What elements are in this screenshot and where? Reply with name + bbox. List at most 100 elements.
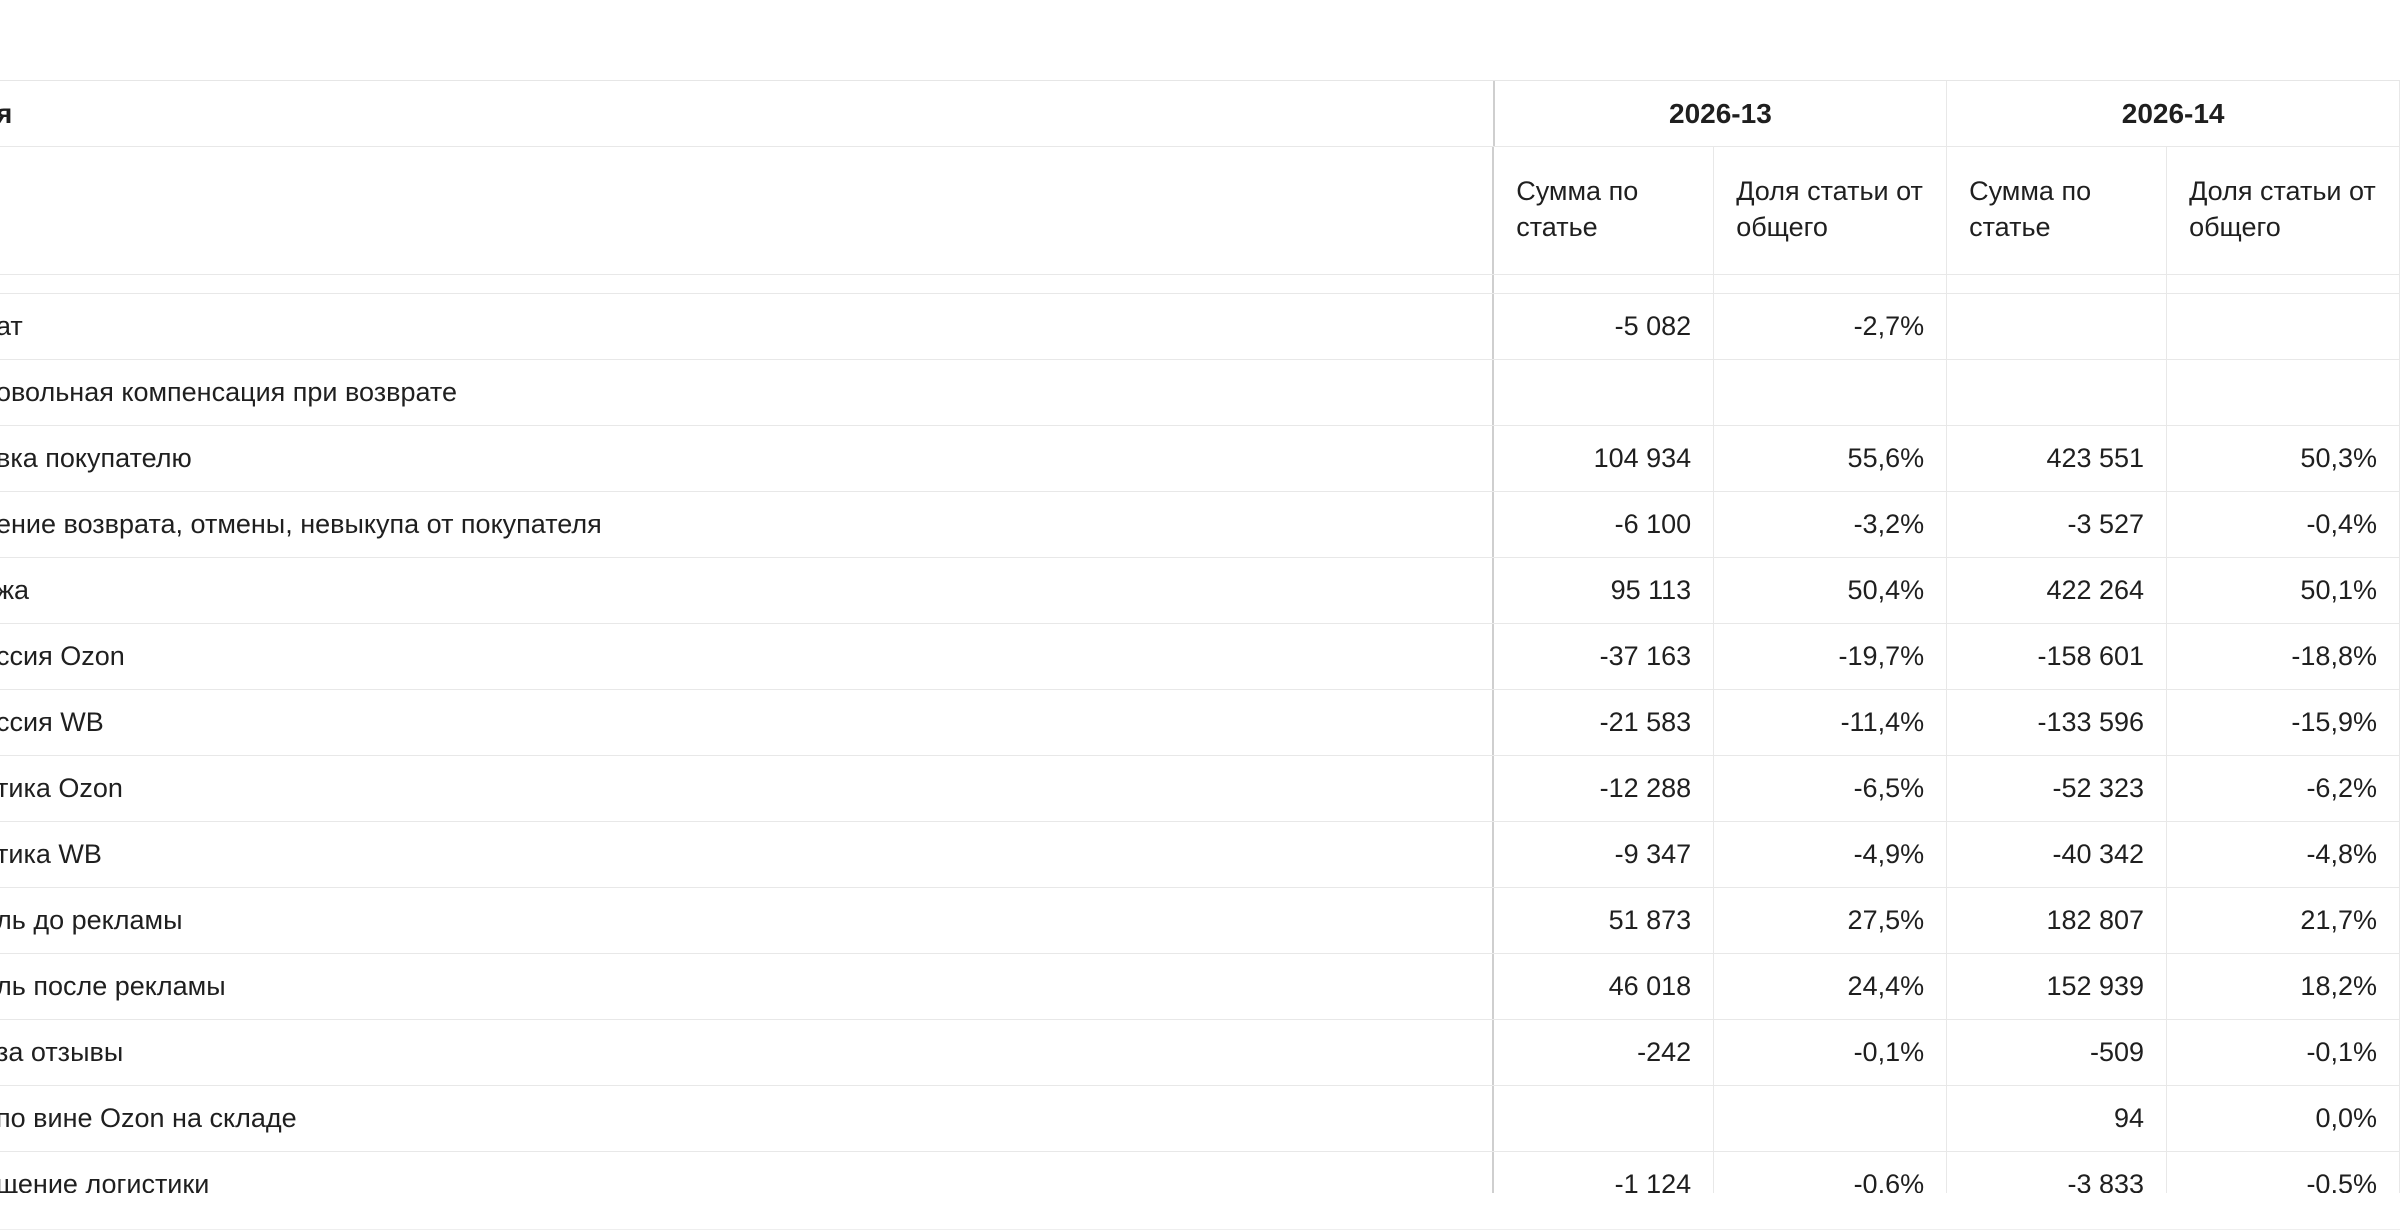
table-row[interactable]: жа 95 11350,4%422 26450,1% bbox=[0, 558, 2400, 624]
subheader-share-1[interactable]: Доля статьи от общего bbox=[1714, 147, 1948, 274]
spacer-cell bbox=[1714, 275, 1948, 293]
cell-sum-2026-14[interactable]: -158 601 bbox=[1947, 624, 2168, 689]
subheader-sum-1[interactable]: Сумма по статье bbox=[1494, 147, 1715, 274]
row-item-name[interactable]: щение логистики bbox=[0, 1152, 1495, 1193]
cell-sum-2026-13[interactable]: -9 347 bbox=[1494, 822, 1715, 887]
cell-share-2026-13[interactable]: -0,1% bbox=[1714, 1020, 1948, 1085]
row-item-name[interactable]: тика Ozon bbox=[0, 756, 1495, 821]
cell-sum-2026-14[interactable]: -3 527 bbox=[1947, 492, 2168, 557]
row-item-name[interactable]: овольная компенсация при возврате bbox=[0, 360, 1495, 425]
cell-sum-2026-13[interactable]: -37 163 bbox=[1494, 624, 1715, 689]
row-item-name[interactable]: ат bbox=[0, 294, 1495, 359]
cell-share-2026-13[interactable]: 27,5% bbox=[1714, 888, 1948, 953]
cell-sum-2026-14[interactable]: -509 bbox=[1947, 1020, 2168, 1085]
row-item-name[interactable]: жа bbox=[0, 558, 1495, 623]
cell-share-2026-13[interactable]: -6,5% bbox=[1714, 756, 1948, 821]
row-item-name[interactable]: по вине Ozon на складе bbox=[0, 1086, 1495, 1151]
table-row[interactable]: ение возврата, отмены, невыкупа от покуп… bbox=[0, 492, 2400, 558]
cell-sum-2026-14[interactable]: -52 323 bbox=[1947, 756, 2168, 821]
cell-share-2026-14[interactable]: -18,8% bbox=[2167, 624, 2400, 689]
cell-share-2026-13[interactable] bbox=[1714, 1086, 1948, 1151]
cell-share-2026-14[interactable]: 18,2% bbox=[2167, 954, 2400, 1019]
cell-share-2026-14[interactable]: 50,1% bbox=[2167, 558, 2400, 623]
report-table: я 2026-13 2026-14 Сумма по статье Доля с… bbox=[0, 81, 2400, 1193]
cell-share-2026-14[interactable]: -6,2% bbox=[2167, 756, 2400, 821]
first-column-header-label: я bbox=[0, 98, 12, 130]
cell-share-2026-14[interactable]: -0,4% bbox=[2167, 492, 2400, 557]
cell-share-2026-13[interactable]: -19,7% bbox=[1714, 624, 1948, 689]
spacer-cell bbox=[1947, 275, 2168, 293]
cell-sum-2026-13[interactable]: -242 bbox=[1494, 1020, 1715, 1085]
cell-sum-2026-14[interactable]: 423 551 bbox=[1947, 426, 2168, 491]
cell-share-2026-13[interactable] bbox=[1714, 360, 1948, 425]
cell-share-2026-14[interactable]: -15,9% bbox=[2167, 690, 2400, 755]
group-header-2026-14[interactable]: 2026-14 bbox=[1947, 81, 2400, 146]
cell-sum-2026-14[interactable] bbox=[1947, 294, 2168, 359]
row-item-name[interactable]: ль до рекламы bbox=[0, 888, 1495, 953]
table-row[interactable]: ссия WB -21 583 -11,4% -133 596 -15,9% bbox=[0, 690, 2400, 756]
table-row[interactable]: по вине Ozon на складе 94 0,0% bbox=[0, 1086, 2400, 1152]
cell-sum-2026-13[interactable]: -1 124 bbox=[1494, 1152, 1715, 1193]
table-row[interactable]: тика WB -9 347 -4,9% -40 342 -4,8% bbox=[0, 822, 2400, 888]
subheader-share-2[interactable]: Доля статьи от общего bbox=[2167, 147, 2400, 274]
cell-share-2026-14[interactable]: -4,8% bbox=[2167, 822, 2400, 887]
cell-share-2026-14[interactable]: 0,0% bbox=[2167, 1086, 2400, 1151]
cell-share-2026-14[interactable]: -0,1% bbox=[2167, 1020, 2400, 1085]
table-row[interactable]: ссия Ozon -37 163 -19,7% -158 601 -18,8% bbox=[0, 624, 2400, 690]
cell-share-2026-14[interactable] bbox=[2167, 360, 2400, 425]
cell-sum-2026-13[interactable]: -6 100 bbox=[1494, 492, 1715, 557]
cell-sum-2026-13[interactable]: -5 082 bbox=[1494, 294, 1715, 359]
cell-sum-2026-13[interactable]: 104 934 bbox=[1494, 426, 1715, 491]
table-row[interactable]: тика Ozon -12 288 -6,5% -52 323 -6,2% bbox=[0, 756, 2400, 822]
row-item-name[interactable]: ссия WB bbox=[0, 690, 1495, 755]
row-item-name[interactable]: за отзывы bbox=[0, 1020, 1495, 1085]
row-item-label: жа bbox=[0, 575, 30, 605]
row-item-name[interactable]: ль после рекламы bbox=[0, 954, 1495, 1019]
cell-share-2026-13[interactable]: -4,9% bbox=[1714, 822, 1948, 887]
cell-sum-2026-13[interactable]: -12 288 bbox=[1494, 756, 1715, 821]
cell-share-2026-13[interactable]: 55,6% bbox=[1714, 426, 1948, 491]
cell-sum-2026-13[interactable]: -21 583 bbox=[1494, 690, 1715, 755]
cell-share-2026-14[interactable]: -0,5% bbox=[2167, 1152, 2400, 1193]
cell-sum-2026-14[interactable] bbox=[1947, 360, 2168, 425]
row-item-name[interactable]: тика WB bbox=[0, 822, 1495, 887]
table-row[interactable]: ль до рекламы 51 873 27,5% 182 807 21,7% bbox=[0, 888, 2400, 954]
table-row[interactable]: ль после рекламы 46 018 24,4% 152 939 18,2% bbox=[0, 954, 2400, 1020]
row-item-name[interactable]: ение возврата, отмены, невыкупа от покуп… bbox=[0, 492, 1495, 557]
report-table-viewport[interactable]: я 2026-13 2026-14 Сумма по статье Доля с… bbox=[0, 80, 2400, 1193]
cell-sum-2026-13[interactable] bbox=[1494, 1086, 1715, 1151]
table-row[interactable]: щение логистики -1 124 -0,6% -3 833 -0,5% bbox=[0, 1152, 2400, 1193]
cell-sum-2026-14[interactable]: -3 833 bbox=[1947, 1152, 2168, 1193]
cell-share-2026-14[interactable]: 21,7% bbox=[2167, 888, 2400, 953]
first-column-header[interactable]: я bbox=[0, 81, 1495, 146]
row-item-label: ль после рекламы bbox=[0, 971, 226, 1001]
cell-sum-2026-13[interactable]: 51 873 bbox=[1494, 888, 1715, 953]
subheader-sum-2[interactable]: Сумма по статье bbox=[1947, 147, 2168, 274]
cell-sum-2026-13[interactable]: 46 018 bbox=[1494, 954, 1715, 1019]
row-item-label: тика Ozon bbox=[0, 773, 123, 803]
cell-sum-2026-14[interactable]: -133 596 bbox=[1947, 690, 2168, 755]
row-item-name[interactable]: вка покупателю bbox=[0, 426, 1495, 491]
cell-sum-2026-14[interactable]: 152 939 bbox=[1947, 954, 2168, 1019]
cell-sum-2026-13[interactable] bbox=[1494, 360, 1715, 425]
cell-sum-2026-13[interactable]: 95 113 bbox=[1494, 558, 1715, 623]
cell-share-2026-14[interactable] bbox=[2167, 294, 2400, 359]
cell-share-2026-13[interactable]: 24,4% bbox=[1714, 954, 1948, 1019]
table-row[interactable]: вка покупателю 104 934 55,6% 423 551 50,3% bbox=[0, 426, 2400, 492]
cell-share-2026-14[interactable]: 50,3% bbox=[2167, 426, 2400, 491]
cell-share-2026-13[interactable]: -11,4% bbox=[1714, 690, 1948, 755]
cell-sum-2026-14[interactable]: 422 264 bbox=[1947, 558, 2168, 623]
row-item-name[interactable]: ссия Ozon bbox=[0, 624, 1495, 689]
cell-sum-2026-14[interactable]: 182 807 bbox=[1947, 888, 2168, 953]
cell-share-2026-13[interactable]: -3,2% bbox=[1714, 492, 1948, 557]
table-row[interactable]: овольная компенсация при возврате bbox=[0, 360, 2400, 426]
cell-sum-2026-14[interactable]: 94 bbox=[1947, 1086, 2168, 1151]
cell-share-2026-13[interactable]: 50,4% bbox=[1714, 558, 1948, 623]
cell-share-2026-13[interactable]: -0,6% bbox=[1714, 1152, 1948, 1193]
spacer-cell bbox=[1494, 275, 1715, 293]
cell-share-2026-13[interactable]: -2,7% bbox=[1714, 294, 1948, 359]
cell-sum-2026-14[interactable]: -40 342 bbox=[1947, 822, 2168, 887]
group-header-2026-13[interactable]: 2026-13 bbox=[1495, 81, 1948, 146]
table-row[interactable]: ат -5 082-2,7% bbox=[0, 294, 2400, 360]
table-row[interactable]: за отзывы -242 -0,1% -509 -0,1% bbox=[0, 1020, 2400, 1086]
